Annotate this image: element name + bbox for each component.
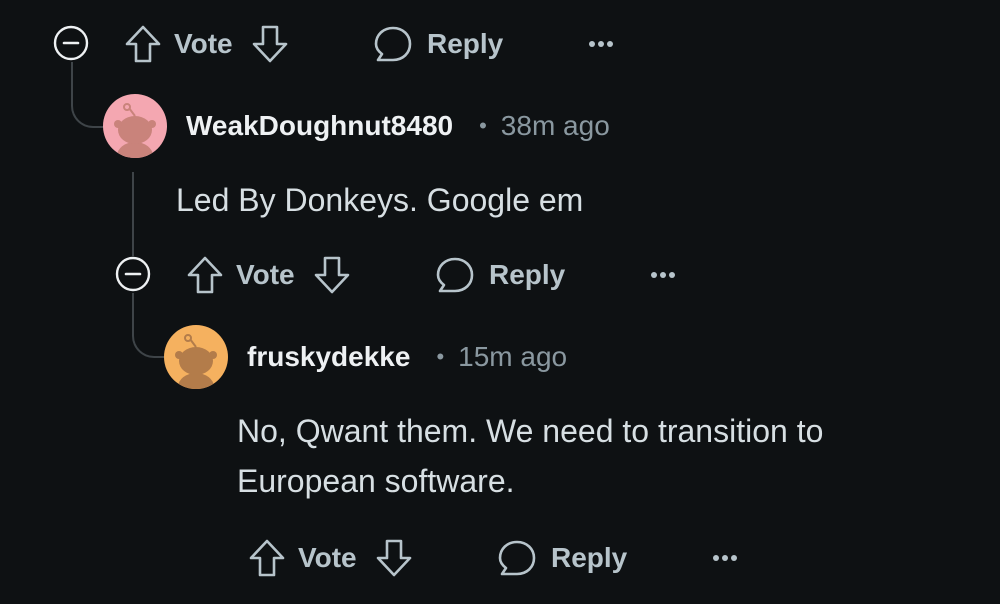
- avatar[interactable]: [164, 325, 228, 389]
- speech-bubble-icon: [436, 257, 474, 293]
- avatar[interactable]: [103, 94, 167, 158]
- arrow-down-icon[interactable]: [375, 538, 413, 578]
- reply-button[interactable]: Reply: [497, 535, 627, 581]
- vote-controls: Vote: [124, 21, 289, 67]
- separator-dot: •: [479, 113, 487, 138]
- minus-circle-icon: [115, 256, 151, 292]
- collapse-button[interactable]: [53, 25, 89, 61]
- vote-label: Vote: [236, 259, 295, 290]
- comment-thread: Vote Reply WeakDoughnut8480 • 38m ago Le…: [0, 0, 1000, 604]
- reply-label: Reply: [427, 28, 504, 59]
- thread-curve-2: [132, 310, 164, 358]
- reply-label: Reply: [489, 259, 566, 290]
- vote-controls: Vote: [186, 252, 351, 298]
- comment-text: Led By Donkeys. Google em: [176, 182, 584, 218]
- minus-circle-icon: [53, 25, 89, 61]
- username[interactable]: fruskydekke: [247, 341, 410, 373]
- comment-header: fruskydekke • 15m ago: [247, 337, 567, 377]
- arrow-down-icon[interactable]: [251, 24, 289, 64]
- more-options-button[interactable]: [588, 21, 614, 67]
- separator-dot: •: [436, 344, 445, 369]
- arrow-up-icon[interactable]: [124, 24, 162, 64]
- vote-controls: Vote: [248, 535, 413, 581]
- reply-button[interactable]: Reply: [435, 252, 565, 298]
- username[interactable]: WeakDoughnut8480: [186, 110, 453, 142]
- thread-line-mid: [132, 172, 134, 256]
- ellipsis-icon: [713, 555, 737, 561]
- vote-label: Vote: [298, 542, 357, 573]
- more-options-button[interactable]: [712, 535, 738, 581]
- thread-curve-1: [71, 80, 103, 128]
- more-options-button[interactable]: [650, 252, 676, 298]
- arrow-up-icon[interactable]: [248, 538, 286, 578]
- timestamp[interactable]: 15m ago: [458, 341, 567, 373]
- reply-button[interactable]: Reply: [373, 21, 503, 67]
- snoo-avatar-icon: [103, 94, 167, 158]
- vote-label: Vote: [174, 28, 233, 59]
- speech-bubble-icon: [498, 540, 536, 576]
- collapse-button[interactable]: [115, 256, 151, 292]
- arrow-up-icon[interactable]: [186, 255, 224, 295]
- comment-header: WeakDoughnut8480 • 38m ago: [186, 106, 610, 146]
- speech-bubble-icon: [374, 26, 412, 62]
- ellipsis-icon: [589, 41, 613, 47]
- comment-text-line: European software.: [237, 463, 515, 499]
- timestamp[interactable]: 38m ago: [501, 110, 610, 142]
- arrow-down-icon[interactable]: [313, 255, 351, 295]
- snoo-avatar-icon: [164, 325, 228, 389]
- comment-text-line: No, Qwant them. We need to transition to: [237, 413, 824, 449]
- reply-label: Reply: [551, 542, 628, 573]
- ellipsis-icon: [651, 272, 675, 278]
- comment-body: No, Qwant them. We need to transition to…: [237, 406, 823, 506]
- comment-body: Led By Donkeys. Google em: [176, 175, 583, 225]
